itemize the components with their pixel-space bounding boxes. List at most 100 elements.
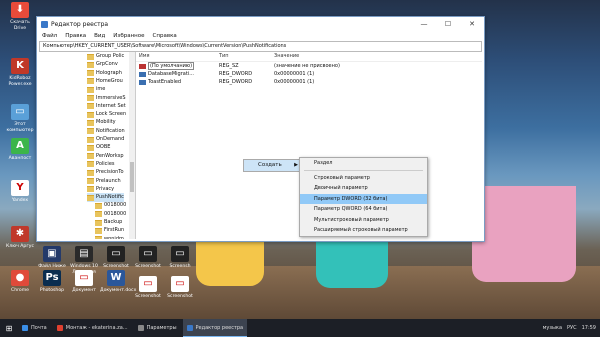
desktop-icon[interactable]: K KidRoboz Power.exe (4, 58, 36, 87)
taskbar-task[interactable]: Параметры (134, 319, 181, 337)
submenu-item[interactable]: Мультистроковый параметр (300, 215, 427, 226)
menu-edit[interactable]: Правка (65, 33, 86, 39)
desktop-icon-label: Ключ Аргус (6, 244, 34, 249)
value-type: REG_DWORD (219, 71, 253, 77)
folder-icon (87, 103, 94, 110)
desktop-shortcut-icon: ▭ (139, 246, 157, 262)
menu-view[interactable]: Вид (94, 33, 105, 39)
desktop-shortcut-icon: ▭ (75, 270, 93, 286)
desktop-shortcut-icon: ▣ (43, 246, 61, 262)
maximize-button[interactable]: ☐ (436, 17, 460, 31)
folder-icon (87, 161, 94, 168)
folder-icon (95, 202, 102, 209)
system-tray: музыка РУС 17:59 (543, 325, 600, 331)
desktop-icon[interactable]: ✱ Ключ Аргус (4, 226, 36, 250)
menu-separator (304, 169, 423, 171)
column-name[interactable]: Имя (136, 52, 219, 61)
context-menu: Создать ▶ (243, 159, 302, 172)
tree-scrollbar[interactable] (129, 52, 135, 239)
value-type: REG_DWORD (219, 79, 253, 85)
desktop-shortcut-icon: ▭ (171, 276, 189, 292)
desktop-shortcut-icon: ▤ (75, 246, 93, 262)
submenu-item[interactable]: Расширяемый строковый параметр (300, 225, 427, 236)
folder-icon (95, 211, 102, 218)
close-button[interactable]: ✕ (460, 17, 484, 31)
desktop-icon[interactable]: ▭ Документ (68, 270, 100, 294)
title-bar[interactable]: Редактор реестра — ☐ ✕ (37, 17, 484, 31)
clock[interactable]: 17:59 (582, 325, 596, 331)
taskbar-task[interactable]: Монтаж - ekaterina.za... (53, 319, 132, 337)
taskbar-task[interactable]: Редактор реестра (182, 319, 248, 337)
minimize-button[interactable]: — (412, 17, 436, 31)
desktop-icon-label: Файл Ниже (38, 264, 66, 269)
desktop-shortcut-icon: ▭ (107, 246, 125, 262)
folder-icon (95, 227, 102, 234)
task-label: Монтаж - ekaterina.za... (65, 325, 128, 331)
task-label: Редактор реестра (195, 324, 244, 331)
folder-icon (95, 236, 102, 239)
key-tree[interactable]: Group Polic GrpConv Holograph HomeGrou ime Im… (39, 52, 136, 239)
submenu-item[interactable]: Раздел (300, 158, 427, 169)
string-value-icon (139, 63, 146, 69)
folder-icon (87, 86, 94, 93)
folder-icon (87, 78, 94, 85)
desktop-icon[interactable]: ● Chrome (4, 270, 36, 294)
folder-icon (87, 53, 94, 60)
folder-icon (87, 70, 94, 77)
submenu-item[interactable]: Параметр QWORD (64 бита) (300, 204, 427, 215)
language-indicator[interactable]: РУС (567, 325, 577, 331)
desktop-cup-pink (472, 186, 576, 282)
window-title: Редактор реестра (51, 20, 109, 28)
submenu-arrow-icon: ▶ (294, 162, 298, 168)
value-row[interactable]: ToastEnabled REG_DWORD 0x00000001 (1) (136, 78, 482, 86)
desktop-icon-label: Screensh (169, 264, 191, 269)
desktop-icon[interactable]: ⬇ Скачать Drive (4, 2, 36, 31)
address-bar[interactable]: Компьютер\HKEY_CURRENT_USER\Software\Mic… (39, 41, 482, 52)
desktop-shortcut-icon: Y (11, 180, 29, 196)
value-row[interactable]: (По умолчанию) REG_SZ (значение не присвое… (136, 62, 482, 70)
submenu-item[interactable]: Двоичный параметр (300, 183, 427, 194)
menu-item-create-label: Создать (258, 162, 282, 168)
desktop-icon[interactable]: ▭ Screenshot (132, 246, 164, 270)
desktop-icon[interactable]: ▭ Screenshot (132, 276, 164, 300)
list-header: Имя Тип Значение (136, 52, 482, 62)
desktop-icon[interactable]: Y Yandex (4, 180, 36, 204)
column-value[interactable]: Значение (274, 52, 482, 61)
desktop-icon[interactable]: ▭ Этот компьютер (4, 104, 36, 133)
folder-icon (87, 178, 94, 184)
value-row[interactable]: DatabaseMigrati... REG_DWORD 0x00000001 (1… (136, 70, 482, 78)
desktop-icon-label: Chrome (10, 288, 30, 293)
desktop-icon-label: Screenshot (103, 264, 129, 269)
submenu-item[interactable]: Строковый параметр (300, 173, 427, 184)
submenu-item[interactable]: Параметр DWORD (32 бита) (300, 193, 427, 204)
menu-item-create[interactable]: Создать ▶ (244, 160, 301, 171)
taskbar-task[interactable]: Почта (18, 319, 51, 337)
menu-help[interactable]: Справка (153, 33, 177, 39)
desktop-icon[interactable]: A Аванпост (4, 138, 36, 162)
value-name-cell: (По умолчанию) (136, 62, 219, 70)
menu-favorites[interactable]: Избранное (113, 33, 144, 39)
start-button[interactable]: ⊞ (0, 319, 18, 337)
desktop-icon[interactable]: Ps Photoshop (36, 270, 68, 294)
desktop-icon[interactable]: ▭ Screenshot (164, 276, 196, 300)
menu-file[interactable]: Файл (42, 33, 57, 39)
folder-icon (87, 111, 94, 118)
desktop-icon-label: Screenshot (167, 294, 193, 299)
desktop-shortcut-icon: W (107, 270, 125, 286)
tree-item-label: wpnidm (104, 235, 124, 239)
desktop-icon[interactable]: ▭ Screensh (164, 246, 196, 270)
desktop-icon[interactable]: W Документ.docx (100, 270, 136, 294)
desktop-icon[interactable]: ▣ Файл Ниже (36, 246, 68, 270)
task-app-icon (137, 325, 144, 331)
desktop-icon-label: Аванпост (8, 156, 32, 161)
task-label: Параметры (146, 325, 177, 331)
column-type[interactable]: Тип (219, 52, 274, 61)
tray-label[interactable]: музыка (543, 325, 562, 331)
value-type: REG_SZ (219, 63, 239, 69)
desktop-icon[interactable]: ▭ Screenshot (100, 246, 132, 270)
desktop-icon-label: Скачать Drive (10, 20, 30, 31)
task-app-icon (186, 324, 193, 331)
tree-item[interactable]: wpnidm (95, 235, 124, 239)
folder-icon (87, 194, 94, 201)
tree-scroll-thumb[interactable] (130, 162, 134, 192)
